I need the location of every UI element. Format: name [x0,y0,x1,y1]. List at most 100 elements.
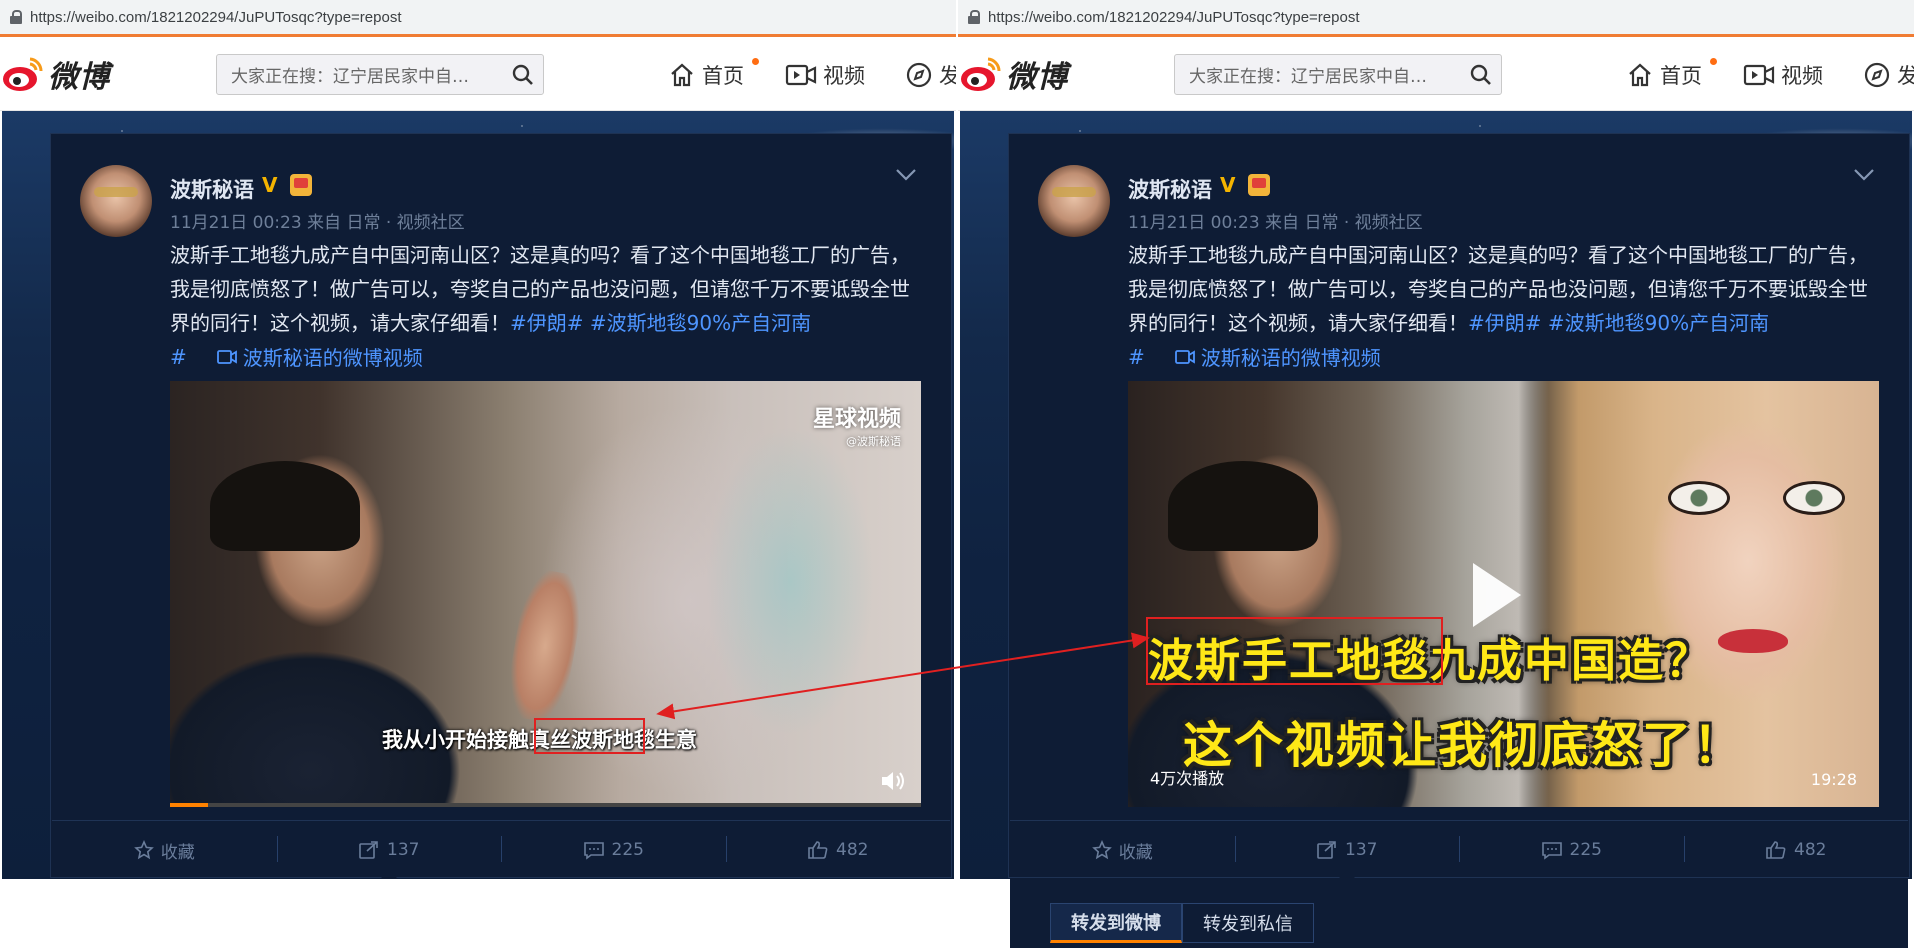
video-player[interactable]: 波斯手工地毯九成中国造？ 这个视频让我彻底怒了！ 4万次播放 19:28 [1128,381,1879,807]
notification-dot [1710,58,1717,65]
right-screenshot: https://weibo.com/1821202294/JuPUTosqc?t… [958,0,1914,948]
video-eye-left [1668,481,1730,515]
favorite-button[interactable]: 收藏 [1010,822,1235,878]
repost-count: 137 [1345,840,1378,860]
like-button[interactable]: 482 [725,822,951,878]
nav-discover[interactable]: 发 [905,60,956,90]
nav-discover-label: 发 [1897,64,1914,88]
video-progress-bar[interactable] [170,803,921,807]
notification-dot [752,58,759,65]
like-count: 482 [836,840,869,860]
post-meta: 11月21日 00:23 来自 日常 · 视频社区 [1128,213,1423,233]
video-link-icon [1174,349,1195,364]
nav-discover[interactable]: 发 [1863,60,1914,90]
video-link-label[interactable]: 波斯秘语的微博视频 [243,342,423,371]
star-icon [1091,840,1112,860]
chevron-down-icon[interactable] [895,168,917,182]
video-link[interactable]: # 波斯秘语的微博视频 [1128,342,1381,371]
play-count: 4万次播放 [1150,769,1225,788]
video-title-line2: 这个视频让我彻底怒了！ [1183,717,1745,774]
video-link-icon [216,349,237,364]
url-text[interactable]: https://weibo.com/1821202294/JuPUTosqc?t… [30,9,401,26]
lock-icon [968,10,980,24]
topic-tag-carpet[interactable]: #波斯地毯90%产自河南 [590,311,811,335]
browser-url-bar[interactable]: https://weibo.com/1821202294/JuPUTosqc?t… [0,0,956,37]
member-badge-icon [290,174,312,196]
nav-home[interactable]: 首页 [668,58,759,90]
nav-video-label: 视频 [823,64,865,88]
star-icon [133,840,154,860]
username[interactable]: 波斯秘语 [1128,174,1212,204]
post-text: 波斯手工地毯九成产自中国河南山区？这是真的吗？看了这个中国地毯工厂的广告，我是彻… [1128,238,1868,340]
search-input[interactable]: 大家正在搜：辽宁居民家中自… [217,62,499,87]
comment-button[interactable]: 225 [1459,822,1684,878]
video-watermark: 星球视频 @波斯秘语 [813,401,901,449]
avatar[interactable] [80,165,152,237]
video-icon [1743,64,1775,86]
divider [52,820,950,821]
nav-home[interactable]: 首页 [1626,58,1717,90]
action-bar: 收藏 137 225 482 [52,822,950,878]
nav-video-label: 视频 [1781,64,1823,88]
comment-button[interactable]: 225 [501,822,726,878]
play-icon[interactable] [1473,563,1521,627]
repost-tabs: 转发到微博 转发到私信 [1050,903,1314,943]
action-bar: 收藏 137 225 482 [1010,822,1908,878]
post-text: 波斯手工地毯九成产自中国河南山区？这是真的吗？看了这个中国地毯工厂的广告，我是彻… [170,238,910,340]
post-meta: 11月21日 00:23 来自 日常 · 视频社区 [170,213,465,233]
weibo-logo[interactable]: 微博 [960,51,1068,97]
weibo-logo-text: 微博 [1006,60,1068,95]
divider [1010,820,1908,821]
compass-icon [1864,62,1890,88]
tab-repost-message[interactable]: 转发到私信 [1182,903,1314,943]
weibo-header: 微博 大家正在搜：辽宁居民家中自… 首页 视频 发 [958,37,1914,111]
search-icon[interactable] [1469,63,1493,87]
share-icon [1317,841,1336,859]
action-caret [380,870,398,879]
highlight-box-subtitle [534,718,645,754]
repost-count: 137 [387,840,420,860]
video-icon [785,64,817,86]
avatar[interactable] [1038,165,1110,237]
tab-repost-weibo[interactable]: 转发到微博 [1050,903,1182,943]
favorite-label: 收藏 [1118,842,1153,863]
speaker-icon[interactable] [879,769,907,793]
topic-tag-end[interactable]: # [1128,345,1145,369]
favorite-button[interactable]: 收藏 [52,822,277,878]
search-input[interactable]: 大家正在搜：辽宁居民家中自… [1175,62,1457,87]
nav-home-label: 首页 [1660,64,1702,88]
like-button[interactable]: 482 [1683,822,1909,878]
nav-video[interactable]: 视频 [1743,60,1823,90]
compass-icon [906,62,932,88]
username[interactable]: 波斯秘语 [170,174,254,204]
video-progress-fill [170,803,208,807]
topic-tag-iran[interactable]: #伊朗# [1468,311,1542,335]
nav-video[interactable]: 视频 [785,60,865,90]
nav-home-label: 首页 [702,64,744,88]
video-link[interactable]: # 波斯秘语的微博视频 [170,342,423,371]
lock-icon [10,10,22,24]
weibo-eye-icon [3,57,43,91]
topic-tag-end[interactable]: # [170,345,187,369]
watermark-sub: @波斯秘语 [846,435,901,448]
home-icon [671,63,693,87]
video-player[interactable]: 星球视频 @波斯秘语 我从小开始接触真丝波斯地毯生意 [170,381,921,807]
comment-icon [583,842,604,860]
favorite-label: 收藏 [160,842,195,863]
like-count: 482 [1794,840,1827,860]
search-box[interactable]: 大家正在搜：辽宁居民家中自… [1174,54,1502,95]
video-link-label[interactable]: 波斯秘语的微博视频 [1201,342,1381,371]
comment-icon [1541,842,1562,860]
weibo-header: 微博 大家正在搜：辽宁居民家中自… 首页 视频 发 [0,37,956,111]
topic-tag-carpet[interactable]: #波斯地毯90%产自河南 [1548,311,1769,335]
chevron-down-icon[interactable] [1853,168,1875,182]
weibo-logo[interactable]: 微博 [2,51,110,97]
url-text[interactable]: https://weibo.com/1821202294/JuPUTosqc?t… [988,9,1359,26]
verified-badge: V [262,173,278,197]
comment-count: 225 [611,840,644,860]
browser-url-bar[interactable]: https://weibo.com/1821202294/JuPUTosqc?t… [958,0,1914,37]
topic-tag-iran[interactable]: #伊朗# [510,311,584,335]
search-box[interactable]: 大家正在搜：辽宁居民家中自… [216,54,544,95]
share-icon [359,841,378,859]
search-icon[interactable] [511,63,535,87]
